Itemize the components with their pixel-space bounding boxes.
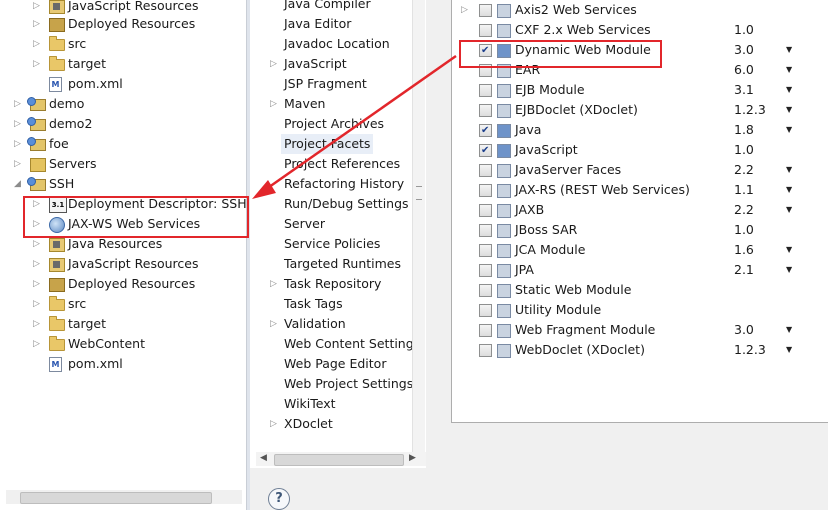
annotation-arrow [252,54,457,199]
